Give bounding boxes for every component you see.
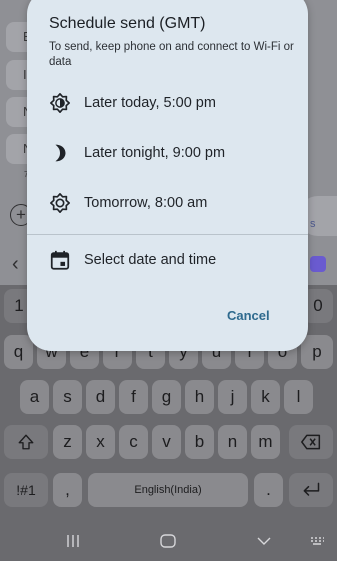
option-later-tonight[interactable]: Later tonight, 9:00 pm — [27, 135, 308, 169]
key-c[interactable]: c — [119, 425, 148, 459]
key-d[interactable]: d — [86, 380, 115, 414]
sun-gear-icon — [50, 193, 70, 213]
keyboard-toggle-icon[interactable] — [309, 534, 325, 551]
key-f[interactable]: f — [119, 380, 148, 414]
key-n[interactable]: n — [218, 425, 247, 459]
back-arrow-icon[interactable]: ‹ — [12, 253, 19, 276]
key-v[interactable]: v — [152, 425, 181, 459]
key-k[interactable]: k — [251, 380, 280, 414]
option-label: Tomorrow, 8:00 am — [84, 195, 208, 211]
dialog-subtitle: To send, keep phone on and connect to Wi… — [49, 41, 294, 68]
key-a[interactable]: a — [20, 380, 49, 414]
option-tomorrow[interactable]: Tomorrow, 8:00 am — [27, 185, 308, 219]
key-z[interactable]: z — [53, 425, 82, 459]
home-icon[interactable] — [160, 534, 176, 551]
dialog-title: Schedule send (GMT) — [49, 15, 206, 32]
emoji-icon[interactable] — [310, 256, 326, 272]
brightness-icon — [50, 93, 70, 113]
key-g[interactable]: g — [152, 380, 181, 414]
backspace-icon — [301, 434, 321, 450]
key-p[interactable]: p — [301, 335, 333, 369]
option-label: Select date and time — [84, 252, 217, 268]
enter-key[interactable] — [289, 473, 333, 507]
key-b[interactable]: b — [185, 425, 214, 459]
key-s[interactable]: s — [53, 380, 82, 414]
option-select-date-time[interactable]: Select date and time — [27, 242, 308, 276]
back-chevron-icon[interactable] — [257, 534, 271, 551]
recent-apps-icon[interactable] — [66, 534, 80, 551]
moon-icon — [55, 144, 66, 162]
symbols-key[interactable]: !#1 — [4, 473, 48, 507]
shift-key[interactable] — [4, 425, 48, 459]
option-later-today[interactable]: Later today, 5:00 pm — [27, 85, 308, 119]
shift-arrow-icon — [18, 434, 34, 450]
background-right-char: s — [310, 218, 316, 230]
backspace-key[interactable] — [289, 425, 333, 459]
period-key[interactable]: . — [254, 473, 283, 507]
key-j[interactable]: j — [218, 380, 247, 414]
schedule-send-dialog: Schedule send (GMT) To send, keep phone … — [27, 0, 308, 351]
key-q[interactable]: q — [4, 335, 33, 369]
key-l[interactable]: l — [284, 380, 313, 414]
key-h[interactable]: h — [185, 380, 214, 414]
space-key[interactable]: English(India) — [88, 473, 248, 507]
cancel-button[interactable]: Cancel — [227, 308, 270, 323]
key-m[interactable]: m — [251, 425, 280, 459]
enter-icon — [303, 482, 320, 496]
navigation-bar — [0, 526, 337, 561]
calendar-icon — [50, 250, 70, 270]
dialog-divider — [27, 234, 308, 235]
key-x[interactable]: x — [86, 425, 115, 459]
comma-key[interactable]: , — [53, 473, 82, 507]
option-label: Later today, 5:00 pm — [84, 95, 216, 111]
option-label: Later tonight, 9:00 pm — [84, 145, 226, 161]
